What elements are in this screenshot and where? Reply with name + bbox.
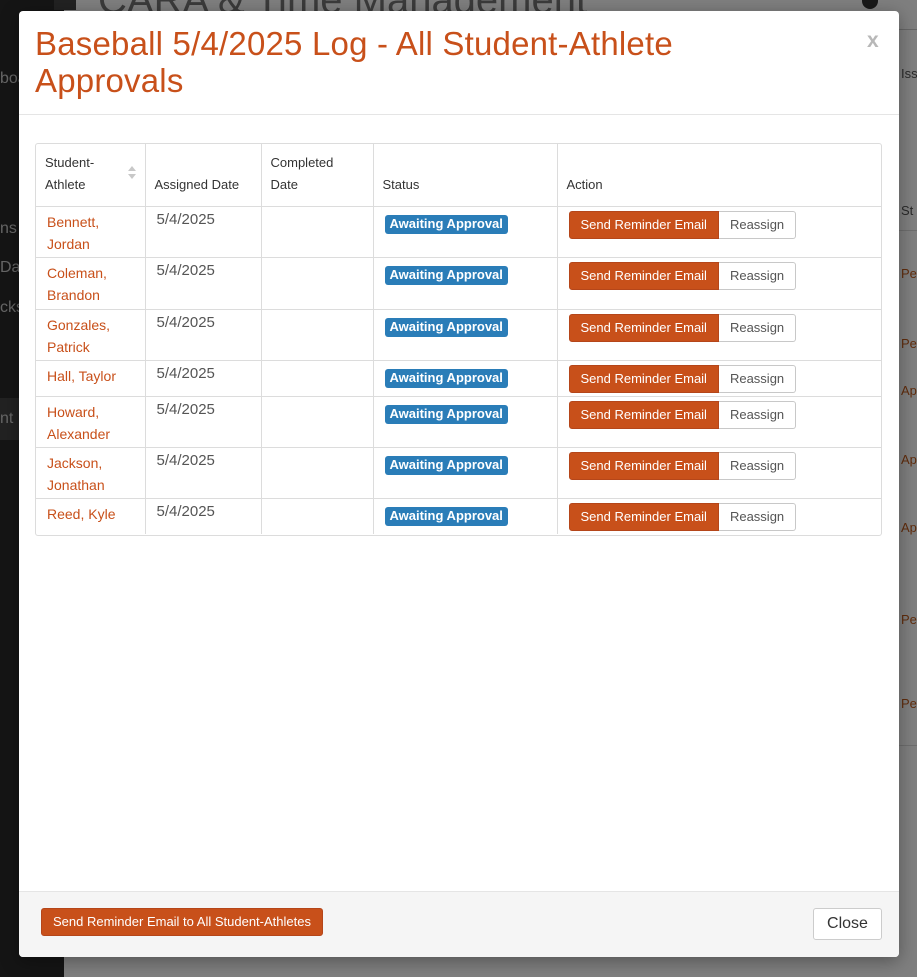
- student-athlete-link[interactable]: Reed, Kyle: [47, 503, 134, 525]
- reassign-button[interactable]: Reassign: [718, 400, 797, 429]
- sort-icon[interactable]: [128, 166, 136, 182]
- student-athlete-cell: Howard, Alexander: [36, 396, 146, 447]
- student-athlete-cell: Coleman, Brandon: [36, 257, 146, 309]
- student-athlete-link[interactable]: Coleman, Brandon: [47, 262, 134, 306]
- student-athlete-cell: Reed, Kyle: [36, 498, 146, 534]
- status-badge: Awaiting Approval: [384, 214, 508, 234]
- status-cell: Awaiting Approval: [373, 447, 558, 498]
- table-row: Coleman, Brandon 5/4/2025 Awaiting Approva…: [36, 257, 881, 309]
- assigned-date-cell: 5/4/2025: [145, 257, 262, 309]
- status-badge: Awaiting Approval: [384, 404, 508, 424]
- reassign-button[interactable]: Reassign: [718, 451, 797, 480]
- approvals-table: Student-Athlete Assigned Date Completed …: [36, 144, 881, 534]
- close-button[interactable]: Close: [813, 908, 882, 940]
- status-badge: Awaiting Approval: [384, 265, 508, 285]
- reassign-button[interactable]: Reassign: [718, 210, 797, 239]
- student-athlete-link[interactable]: Jackson, Jonathan: [47, 452, 134, 496]
- assigned-date-cell: 5/4/2025: [145, 206, 262, 257]
- student-athlete-link[interactable]: Hall, Taylor: [47, 365, 134, 387]
- modal-footer: Send Reminder Email to All Student-Athle…: [19, 891, 899, 957]
- student-athlete-link[interactable]: Howard, Alexander: [47, 401, 134, 445]
- student-athlete-link[interactable]: Bennett, Jordan: [47, 211, 134, 255]
- student-athlete-link[interactable]: Gonzales, Patrick: [47, 314, 134, 358]
- student-athlete-cell: Bennett, Jordan: [36, 206, 146, 257]
- action-cell: Send Reminder Email Reassign: [557, 360, 881, 396]
- action-button-group: Send Reminder Email Reassign: [568, 502, 797, 531]
- table-row: Howard, Alexander 5/4/2025 Awaiting Approv…: [36, 396, 881, 447]
- reassign-button[interactable]: Reassign: [718, 502, 797, 531]
- status-badge: Awaiting Approval: [384, 455, 508, 475]
- completed-date-cell: [261, 447, 374, 498]
- send-reminder-button[interactable]: Send Reminder Email: [568, 451, 719, 480]
- column-header-completed-date: Completed Date: [261, 144, 374, 207]
- assigned-date-cell: 5/4/2025: [145, 309, 262, 360]
- send-reminder-all-button[interactable]: Send Reminder Email to All Student-Athle…: [41, 908, 323, 936]
- completed-date-cell: [261, 360, 374, 396]
- status-cell: Awaiting Approval: [373, 396, 558, 447]
- action-cell: Send Reminder Email Reassign: [557, 396, 881, 447]
- reassign-button[interactable]: Reassign: [718, 313, 797, 342]
- completed-date-cell: [261, 396, 374, 447]
- assigned-date-cell: 5/4/2025: [145, 396, 262, 447]
- action-button-group: Send Reminder Email Reassign: [568, 313, 797, 342]
- student-athlete-cell: Hall, Taylor: [36, 360, 146, 396]
- completed-date-cell: [261, 498, 374, 534]
- completed-date-cell: [261, 206, 374, 257]
- reassign-button[interactable]: Reassign: [718, 364, 797, 393]
- status-cell: Awaiting Approval: [373, 206, 558, 257]
- action-cell: Send Reminder Email Reassign: [557, 498, 881, 534]
- table-row: Bennett, Jordan 5/4/2025 Awaiting Approval…: [36, 206, 881, 257]
- column-header-status: Status: [373, 144, 558, 207]
- approvals-modal: Baseball 5/4/2025 Log - All Student-Athl…: [19, 11, 899, 957]
- status-badge: Awaiting Approval: [384, 368, 508, 388]
- column-header-label: Student-Athlete: [45, 154, 95, 192]
- status-cell: Awaiting Approval: [373, 360, 558, 396]
- completed-date-cell: [261, 309, 374, 360]
- student-athlete-cell: Gonzales, Patrick: [36, 309, 146, 360]
- reassign-button[interactable]: Reassign: [718, 261, 797, 290]
- status-badge: Awaiting Approval: [384, 506, 508, 526]
- action-cell: Send Reminder Email Reassign: [557, 447, 881, 498]
- assigned-date-cell: 5/4/2025: [145, 498, 262, 534]
- action-button-group: Send Reminder Email Reassign: [568, 210, 797, 239]
- modal-header: Baseball 5/4/2025 Log - All Student-Athl…: [19, 11, 899, 115]
- action-cell: Send Reminder Email Reassign: [557, 257, 881, 309]
- column-header-label: Completed Date: [270, 154, 334, 192]
- assigned-date-cell: 5/4/2025: [145, 447, 262, 498]
- action-button-group: Send Reminder Email Reassign: [568, 451, 797, 480]
- action-cell: Send Reminder Email Reassign: [557, 309, 881, 360]
- status-badge: Awaiting Approval: [384, 317, 508, 337]
- send-reminder-button[interactable]: Send Reminder Email: [568, 364, 719, 393]
- send-reminder-button[interactable]: Send Reminder Email: [568, 261, 719, 290]
- approvals-table-container: Student-Athlete Assigned Date Completed …: [35, 143, 882, 536]
- action-button-group: Send Reminder Email Reassign: [568, 400, 797, 429]
- send-reminder-button[interactable]: Send Reminder Email: [568, 313, 719, 342]
- send-reminder-button[interactable]: Send Reminder Email: [568, 210, 719, 239]
- modal-title: Baseball 5/4/2025 Log - All Student-Athl…: [35, 25, 673, 99]
- completed-date-cell: [261, 257, 374, 309]
- send-reminder-button[interactable]: Send Reminder Email: [568, 400, 719, 429]
- column-header-assigned-date: Assigned Date: [145, 144, 262, 207]
- student-athlete-cell: Jackson, Jonathan: [36, 447, 146, 498]
- column-header-action: Action: [557, 144, 881, 207]
- table-header-row: Student-Athlete Assigned Date Completed …: [36, 144, 881, 207]
- column-header-student-athlete[interactable]: Student-Athlete: [36, 144, 146, 207]
- status-cell: Awaiting Approval: [373, 257, 558, 309]
- table-row: Gonzales, Patrick 5/4/2025 Awaiting Approv…: [36, 309, 881, 360]
- close-icon[interactable]: x: [867, 29, 879, 53]
- status-cell: Awaiting Approval: [373, 498, 558, 534]
- table-row: Jackson, Jonathan 5/4/2025 Awaiting Approv…: [36, 447, 881, 498]
- action-button-group: Send Reminder Email Reassign: [568, 261, 797, 290]
- table-row: Hall, Taylor 5/4/2025 Awaiting Approval Sen…: [36, 360, 881, 396]
- assigned-date-cell: 5/4/2025: [145, 360, 262, 396]
- action-button-group: Send Reminder Email Reassign: [568, 364, 797, 393]
- action-cell: Send Reminder Email Reassign: [557, 206, 881, 257]
- status-cell: Awaiting Approval: [373, 309, 558, 360]
- table-row: Reed, Kyle 5/4/2025 Awaiting Approval Send …: [36, 498, 881, 534]
- send-reminder-button[interactable]: Send Reminder Email: [568, 502, 719, 531]
